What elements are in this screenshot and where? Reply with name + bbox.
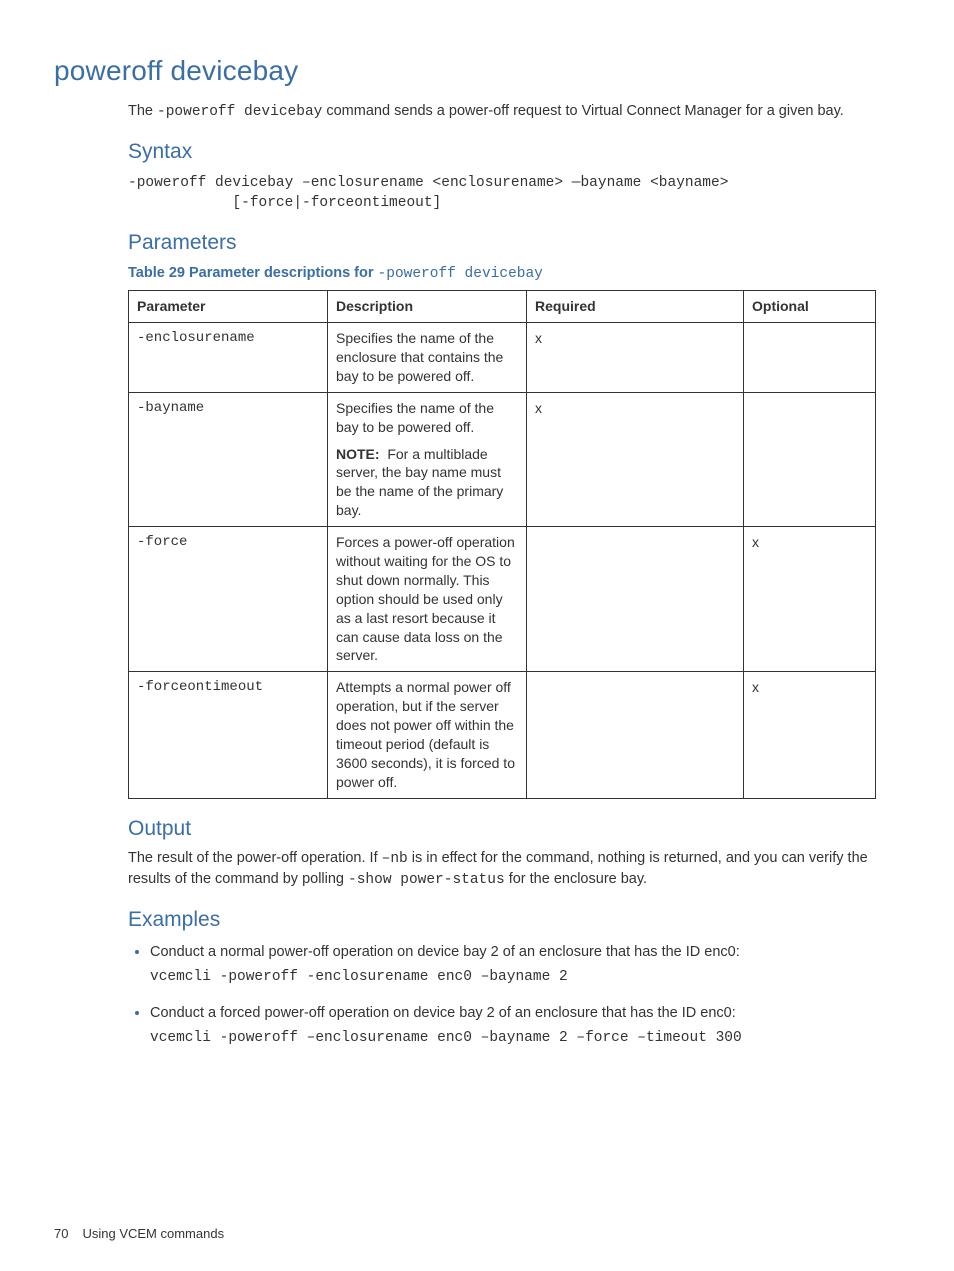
- cell-param: -forceontimeout: [129, 672, 328, 798]
- cell-desc: Specifies the name of the bay to be powe…: [328, 392, 527, 526]
- intro-pre: The: [128, 103, 157, 119]
- intro-post: command sends a power-off request to Vir…: [322, 103, 843, 119]
- table-row: -force Forces a power-off operation with…: [129, 527, 876, 672]
- cell-desc-text: Specifies the name of the bay to be powe…: [336, 400, 494, 435]
- output-pre: The result of the power-off operation. I…: [128, 850, 382, 866]
- syntax-line-2: [-force|-forceontimeout]: [128, 195, 441, 211]
- page-title: poweroff devicebay: [54, 52, 884, 90]
- note-label: NOTE:: [336, 446, 380, 462]
- table-caption: Table 29 Parameter descriptions for -pow…: [128, 264, 884, 285]
- example-code: vcemcli -poweroff –enclosurename enc0 –b…: [150, 1029, 884, 1049]
- cell-param: -force: [129, 527, 328, 672]
- example-text: Conduct a forced power-off operation on …: [150, 1005, 736, 1021]
- th-parameter: Parameter: [129, 291, 328, 323]
- parameters-table: Parameter Description Required Optional …: [128, 290, 876, 798]
- output-post: for the enclosure bay.: [505, 871, 647, 887]
- examples-heading: Examples: [128, 906, 884, 934]
- list-item: Conduct a forced power-off operation on …: [150, 1002, 884, 1049]
- th-description: Description: [328, 291, 527, 323]
- syntax-heading: Syntax: [128, 138, 884, 166]
- th-required: Required: [527, 291, 744, 323]
- output-heading: Output: [128, 815, 884, 843]
- output-code-show: -show power-status: [348, 872, 505, 888]
- page-footer: 70 Using VCEM commands: [54, 1225, 224, 1243]
- page-number: 70: [54, 1226, 68, 1241]
- cell-opt: [744, 392, 876, 526]
- table-row: -enclosurename Specifies the name of the…: [129, 323, 876, 393]
- parameters-heading: Parameters: [128, 229, 884, 257]
- cell-req: [527, 672, 744, 798]
- table-row: -forceontimeout Attempts a normal power …: [129, 672, 876, 798]
- cell-opt: [744, 323, 876, 393]
- syntax-line-1: -poweroff devicebay –enclosurename <encl…: [128, 175, 728, 191]
- footer-text: Using VCEM commands: [82, 1226, 224, 1241]
- table-row: -bayname Specifies the name of the bay t…: [129, 392, 876, 526]
- table-caption-prefix: Table 29 Parameter descriptions for: [128, 265, 378, 281]
- cell-req: [527, 527, 744, 672]
- table-header-row: Parameter Description Required Optional: [129, 291, 876, 323]
- cell-desc: Specifies the name of the enclosure that…: [328, 323, 527, 393]
- intro-code: -poweroff devicebay: [157, 104, 322, 120]
- cell-opt: x: [744, 527, 876, 672]
- example-code: vcemcli -poweroff -enclosurename enc0 –b…: [150, 968, 884, 988]
- th-optional: Optional: [744, 291, 876, 323]
- cell-req: x: [527, 323, 744, 393]
- cell-param: -bayname: [129, 392, 328, 526]
- cell-opt: x: [744, 672, 876, 798]
- cell-param: -enclosurename: [129, 323, 328, 393]
- syntax-block: -poweroff devicebay –enclosurename <encl…: [128, 173, 884, 214]
- output-code-nb: –nb: [382, 851, 408, 867]
- output-paragraph: The result of the power-off operation. I…: [128, 849, 884, 890]
- cell-req: x: [527, 392, 744, 526]
- example-text: Conduct a normal power-off operation on …: [150, 944, 740, 960]
- cell-desc: Attempts a normal power off operation, b…: [328, 672, 527, 798]
- intro-paragraph: The -poweroff devicebay command sends a …: [128, 102, 884, 123]
- cell-desc: Forces a power-off operation without wai…: [328, 527, 527, 672]
- table-caption-code: -poweroff devicebay: [378, 266, 543, 282]
- list-item: Conduct a normal power-off operation on …: [150, 941, 884, 988]
- examples-list: Conduct a normal power-off operation on …: [128, 941, 884, 1049]
